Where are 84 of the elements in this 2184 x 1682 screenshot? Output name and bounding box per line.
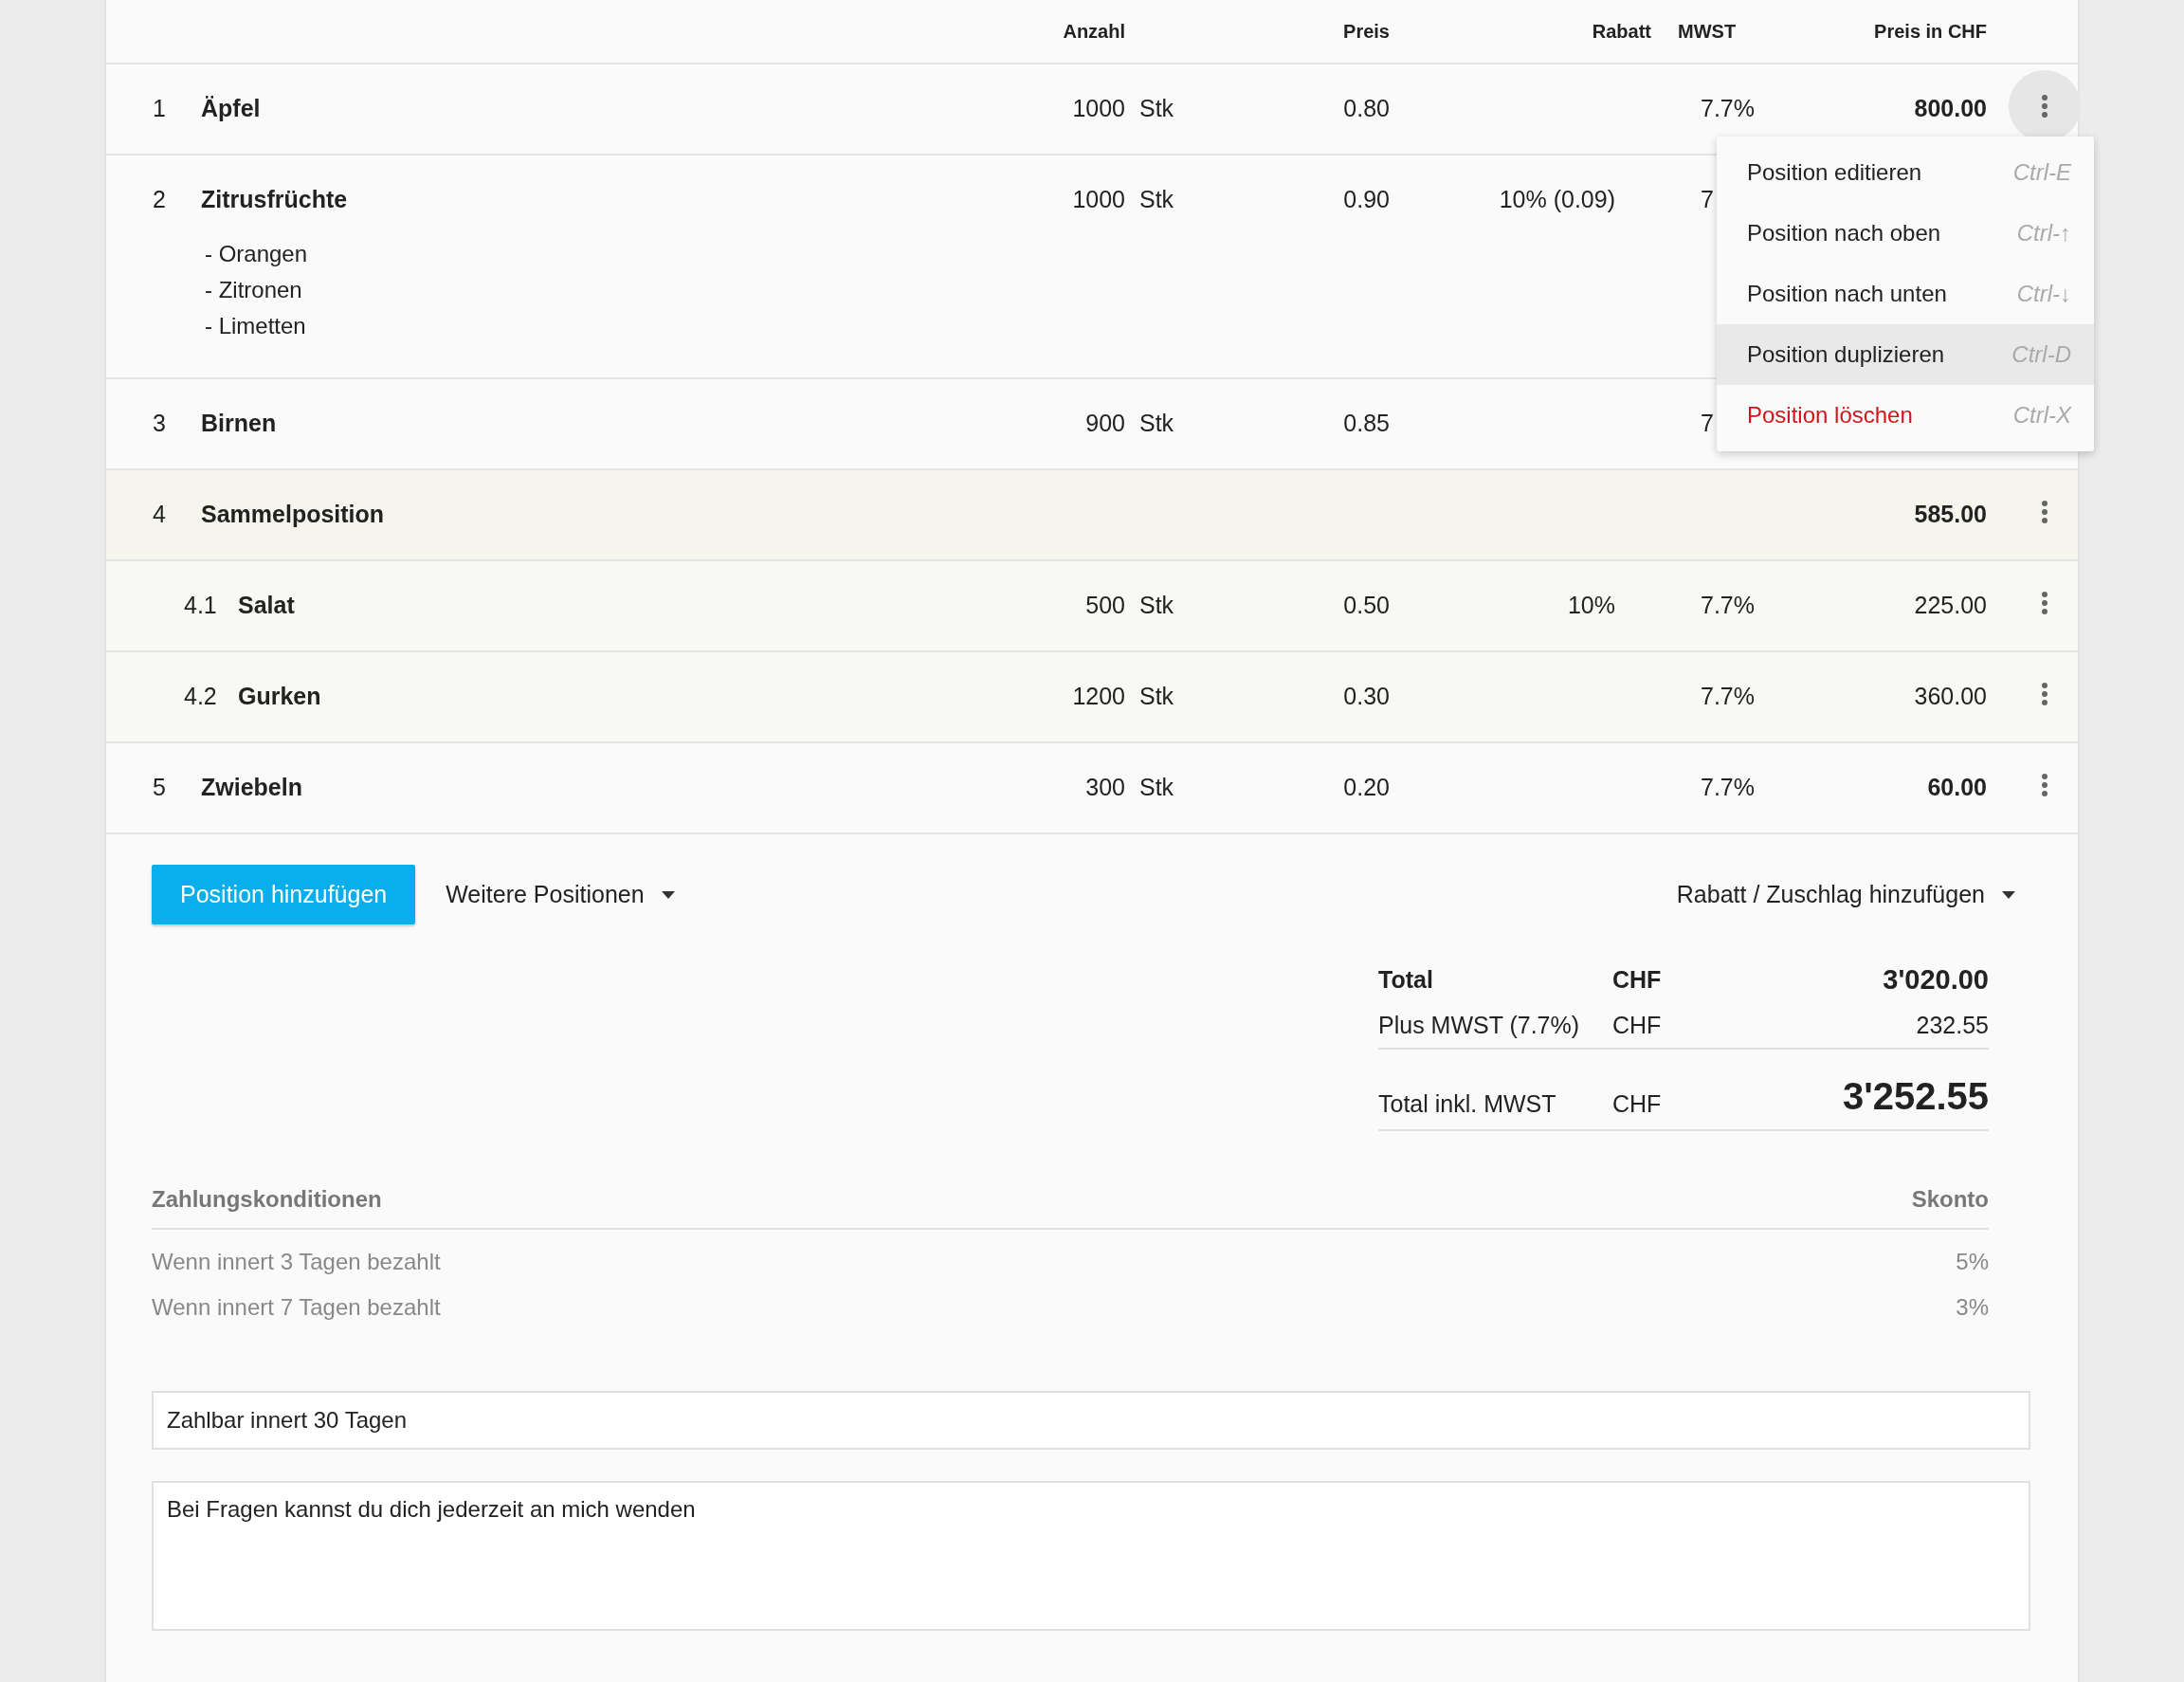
position-name: Birnen <box>201 410 277 437</box>
unit: Stk <box>1139 186 1174 212</box>
line-total: 585.00 <box>1914 501 1987 527</box>
quantity: 900 <box>1085 410 1125 436</box>
total-label: Total <box>1378 965 1434 994</box>
menu-item[interactable]: Position löschen Ctrl-X <box>1717 385 2094 446</box>
position-name: Salat <box>238 592 295 619</box>
kebab-icon <box>2041 591 2048 615</box>
position-name: Zwiebeln <box>201 774 302 801</box>
total-amount: 232.55 <box>1916 1011 1989 1039</box>
text-area[interactable]: Bei Fragen kannst du dich jederzeit an mich wenden <box>152 1481 2030 1631</box>
price: 0.90 <box>1343 186 1390 212</box>
unit: Stk <box>1139 592 1174 618</box>
position-number: 5 <box>153 774 167 801</box>
column-header: MWST <box>1678 20 1738 43</box>
payment-terms-header: Zahlungskonditionen <box>152 1186 382 1213</box>
description-line: - Orangen <box>205 240 309 267</box>
menu-item[interactable]: Position duplizieren Ctrl-D <box>1717 324 2094 385</box>
vat-rate: 7.7% <box>1701 592 1755 618</box>
quantity: 1200 <box>1072 683 1125 709</box>
total-label: Total inkl. MWST <box>1378 1090 1557 1118</box>
quantity: 300 <box>1085 774 1125 800</box>
total-label: Plus MWST (7.7%) <box>1378 1011 1581 1039</box>
line-total: 225.00 <box>1914 592 1987 618</box>
payment-condition: Wenn innert 3 Tagen bezahlt <box>152 1249 441 1275</box>
unit: Stk <box>1139 774 1174 800</box>
quantity: 1000 <box>1072 95 1125 121</box>
column-header: Rabatt <box>1591 20 1651 43</box>
column-header: Anzahl <box>1062 20 1125 43</box>
column-header: Preis <box>1342 20 1390 43</box>
total-amount: 3'252.55 <box>1842 1075 1989 1118</box>
position-number: 3 <box>153 410 167 437</box>
line-total: 360.00 <box>1914 683 1987 709</box>
currency: CHF <box>1612 1011 1663 1039</box>
column-header: Preis in CHF <box>1873 20 1987 43</box>
more-positions-dropdown[interactable]: Weitere Positionen <box>446 881 675 908</box>
currency: CHF <box>1612 1090 1663 1118</box>
caret-icon <box>661 890 675 899</box>
price: 0.50 <box>1343 592 1390 618</box>
skonto-rate: 5% <box>1956 1249 1989 1275</box>
position-number: 4.2 <box>184 683 218 710</box>
position-name: Gurken <box>238 683 321 710</box>
price: 0.80 <box>1343 95 1390 121</box>
line-total: 60.00 <box>1927 774 1987 800</box>
position-name: Äpfel <box>201 95 261 122</box>
price: 0.30 <box>1343 683 1390 709</box>
position-number: 4.1 <box>184 592 218 619</box>
position-number: 1 <box>153 95 167 122</box>
discount: 10% (0.09) <box>1499 186 1615 212</box>
quantity: 500 <box>1085 592 1125 618</box>
unit: Stk <box>1139 95 1174 121</box>
vat-rate: 7 <box>1701 186 1714 212</box>
discount: 10% <box>1567 592 1615 618</box>
menu-item[interactable]: Position editieren Ctrl-E <box>1717 142 2094 203</box>
input-field[interactable]: Zahlbar innert 30 Tagen <box>152 1391 2030 1450</box>
skonto-header: Skonto <box>1911 1186 1989 1213</box>
position-name: Sammelposition <box>201 501 385 528</box>
description-line: - Limetten <box>205 312 307 339</box>
price: 0.85 <box>1343 410 1390 436</box>
payment-condition: Wenn innert 7 Tagen bezahlt <box>152 1294 441 1321</box>
kebab-icon <box>2041 682 2048 706</box>
position-name: Zitrusfrüchte <box>201 186 348 213</box>
kebab-icon <box>2041 773 2048 797</box>
line-total: 800.00 <box>1914 95 1987 121</box>
quantity: 1000 <box>1072 186 1125 212</box>
caret-icon <box>2002 890 2015 899</box>
unit: Stk <box>1139 683 1174 709</box>
position-number: 4 <box>153 501 167 528</box>
description-line: - Zitronen <box>205 276 303 303</box>
unit: Stk <box>1139 410 1174 436</box>
vat-rate: 7.7% <box>1701 95 1755 121</box>
kebab-icon <box>2041 500 2048 524</box>
menu-item[interactable]: Position nach unten Ctrl-↓ <box>1717 264 2094 324</box>
skonto-rate: 3% <box>1956 1294 1989 1321</box>
menu-item[interactable]: Position nach oben Ctrl-↑ <box>1717 203 2094 264</box>
vat-rate: 7 <box>1701 410 1714 436</box>
price: 0.20 <box>1343 774 1390 800</box>
position-number: 2 <box>153 186 167 213</box>
vat-rate: 7.7% <box>1701 683 1755 709</box>
total-amount: 3'020.00 <box>1883 963 1989 996</box>
kebab-icon <box>2041 94 2048 119</box>
currency: CHF <box>1612 965 1663 994</box>
vat-rate: 7.7% <box>1701 774 1755 800</box>
add-discount-dropdown[interactable]: Rabatt / Zuschlag hinzufügen <box>1676 881 2015 908</box>
